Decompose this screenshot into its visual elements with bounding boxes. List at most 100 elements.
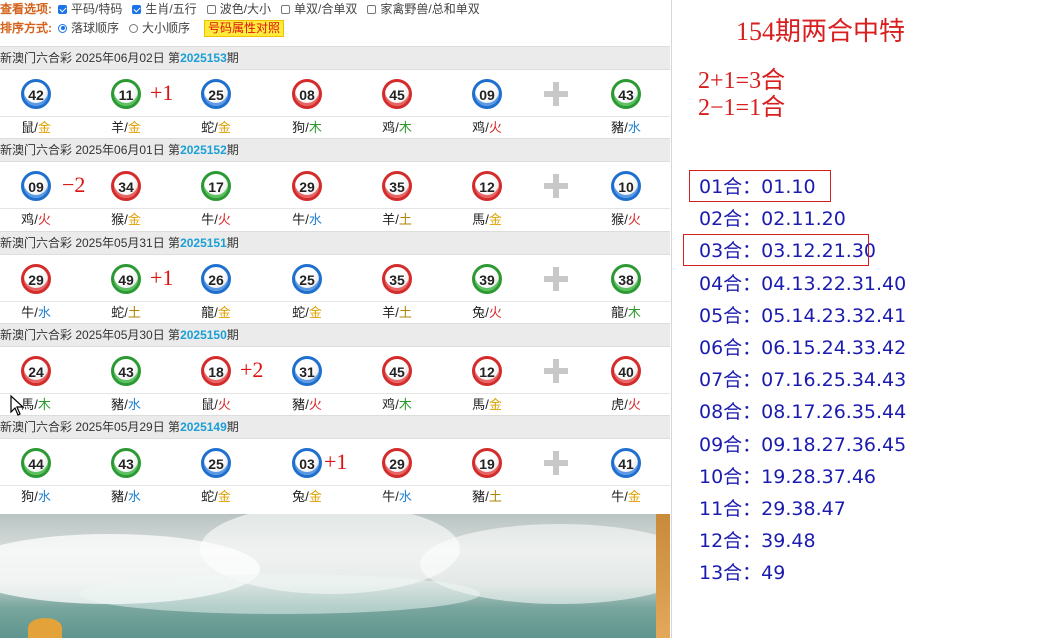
ball-attribute: 羊/土 xyxy=(367,305,427,321)
number-ball: 45 xyxy=(382,79,412,109)
draw-header: 新澳门六合彩 2025年06月01日 第2025152期 xyxy=(0,138,670,163)
wave-banner-image xyxy=(0,514,670,638)
element-label: 金 xyxy=(308,489,322,505)
sort-option-0[interactable]: 落球顺序 xyxy=(58,20,119,36)
checkbox-icon[interactable] xyxy=(58,4,67,14)
zodiac-label: 牛 xyxy=(292,212,306,228)
element-label: 土 xyxy=(398,212,412,228)
draw-header-suffix: 期 xyxy=(226,51,239,65)
zodiac-label: 牛 xyxy=(201,212,215,228)
ball-attribute: 龍/金 xyxy=(186,305,246,321)
view-option-label: 平码/特码 xyxy=(71,2,123,16)
sort-option-label: 落球顺序 xyxy=(71,21,120,35)
element-label: 木 xyxy=(308,120,322,135)
ball-attribute: 鼠/金 xyxy=(6,120,66,136)
plus-icon xyxy=(544,358,568,383)
ball-attribute: 狗/水 xyxy=(6,489,66,505)
radio-icon[interactable] xyxy=(129,23,139,33)
number-ball: 25 xyxy=(292,263,322,294)
zodiac-label: 兔 xyxy=(472,304,486,320)
element-label: 水 xyxy=(127,489,141,505)
ball-attribute: 鸡/木 xyxy=(367,397,427,413)
number-ball: 44 xyxy=(21,448,51,479)
ball-attribute: 牛/水 xyxy=(277,212,337,228)
attribute-table-button[interactable]: 号码属性对照 xyxy=(204,19,285,37)
zodiac-label: 虎 xyxy=(611,396,625,412)
zodiac-label: 豬 xyxy=(111,489,125,505)
row-divider xyxy=(0,485,670,487)
draw-header-issue: 2025151 xyxy=(180,235,227,250)
zodiac-label: 馬 xyxy=(472,396,486,412)
view-option-label: 家禽野兽/总和单双 xyxy=(380,2,480,16)
handwritten-offset-note: +1 xyxy=(150,264,174,290)
ball-attribute: 豬/水 xyxy=(96,489,156,505)
element-label: 水 xyxy=(37,489,51,505)
number-ball: 49 xyxy=(111,263,141,294)
zodiac-label: 牛 xyxy=(21,304,35,320)
element-label: 金 xyxy=(217,120,231,135)
zodiac-label: 龍 xyxy=(611,304,625,320)
number-ball: 34 xyxy=(111,171,141,202)
element-label: 水 xyxy=(627,120,641,135)
sort-option-1[interactable]: 大小顺序 xyxy=(129,20,190,36)
ball-attribute: 虎/火 xyxy=(596,397,656,413)
view-option-2[interactable]: 波色/大小 xyxy=(206,1,271,17)
zodiac-label: 鸡 xyxy=(21,212,35,228)
number-ball: 45 xyxy=(382,355,412,386)
draw-header-issue: 2025150 xyxy=(180,327,227,342)
number-ball: 29 xyxy=(21,263,51,294)
zodiac-label: 猴 xyxy=(611,212,625,228)
ball-attribute: 狗/木 xyxy=(277,120,337,136)
element-label: 火 xyxy=(308,396,322,412)
combo-item: 08合：08.17.26.35.44 xyxy=(699,401,907,424)
sort-options-label: 排序方式: xyxy=(0,21,52,35)
number-ball: 26 xyxy=(201,263,231,294)
element-label: 木 xyxy=(627,304,641,320)
zodiac-label: 龍 xyxy=(201,304,215,320)
sort-options-row: 排序方式: 落球顺序 大小顺序 号码属性对照 xyxy=(0,19,285,37)
checkbox-icon[interactable] xyxy=(206,4,216,14)
ball-attribute: 猴/金 xyxy=(96,212,156,228)
combo-item: 13合：49 xyxy=(699,562,786,585)
ball-attribute: 牛/水 xyxy=(367,489,427,505)
formula-diff: 2−1=1合 xyxy=(698,95,786,121)
number-ball: 35 xyxy=(382,263,412,294)
number-ball: 19 xyxy=(472,448,502,479)
ball-attribute: 牛/水 xyxy=(6,305,66,321)
draw-header: 新澳门六合彩 2025年05月30日 第2025150期 xyxy=(0,322,670,347)
view-option-3[interactable]: 单双/合单双 xyxy=(281,1,357,17)
draw-header: 新澳门六合彩 2025年05月31日 第2025151期 xyxy=(0,230,670,255)
zodiac-label: 牛 xyxy=(611,489,625,505)
row-divider xyxy=(0,392,670,394)
zodiac-label: 牛 xyxy=(382,489,396,505)
view-option-label: 单双/合单双 xyxy=(294,2,358,16)
checkbox-icon[interactable] xyxy=(281,4,291,14)
element-label: 金 xyxy=(308,304,322,320)
element-label: 火 xyxy=(488,120,502,135)
draw-header-suffix: 期 xyxy=(226,420,239,435)
ball-attribute: 馬/金 xyxy=(457,397,517,413)
draw-header-prefix: 新澳门六合彩 2025年06月02日 第 xyxy=(0,51,181,65)
view-options-label: 查看选项: xyxy=(0,2,52,16)
view-option-4[interactable]: 家禽野兽/总和单双 xyxy=(367,1,480,17)
draw-header-suffix: 期 xyxy=(226,143,239,158)
checkbox-icon[interactable] xyxy=(132,4,142,14)
radio-icon[interactable] xyxy=(58,23,67,33)
ball-attribute: 馬/金 xyxy=(457,212,517,228)
number-ball: 29 xyxy=(292,171,322,202)
handwritten-offset-note: −2 xyxy=(62,172,86,198)
element-label: 水 xyxy=(127,396,141,412)
highlight-box xyxy=(683,234,869,267)
plus-icon xyxy=(544,266,568,291)
number-ball: 24 xyxy=(21,355,51,386)
zodiac-label: 豬 xyxy=(292,396,306,412)
draw-header: 新澳门六合彩 2025年06月02日 第2025153期 xyxy=(0,46,670,70)
element-label: 火 xyxy=(37,212,51,228)
row-divider xyxy=(0,208,670,210)
view-option-1[interactable]: 生肖/五行 xyxy=(132,1,197,17)
checkbox-icon[interactable] xyxy=(367,4,377,14)
special-number-ball: 40 xyxy=(611,355,641,386)
view-option-0[interactable]: 平码/特码 xyxy=(58,1,122,17)
row-divider xyxy=(0,300,670,302)
ball-attribute: 豬/火 xyxy=(277,397,337,413)
